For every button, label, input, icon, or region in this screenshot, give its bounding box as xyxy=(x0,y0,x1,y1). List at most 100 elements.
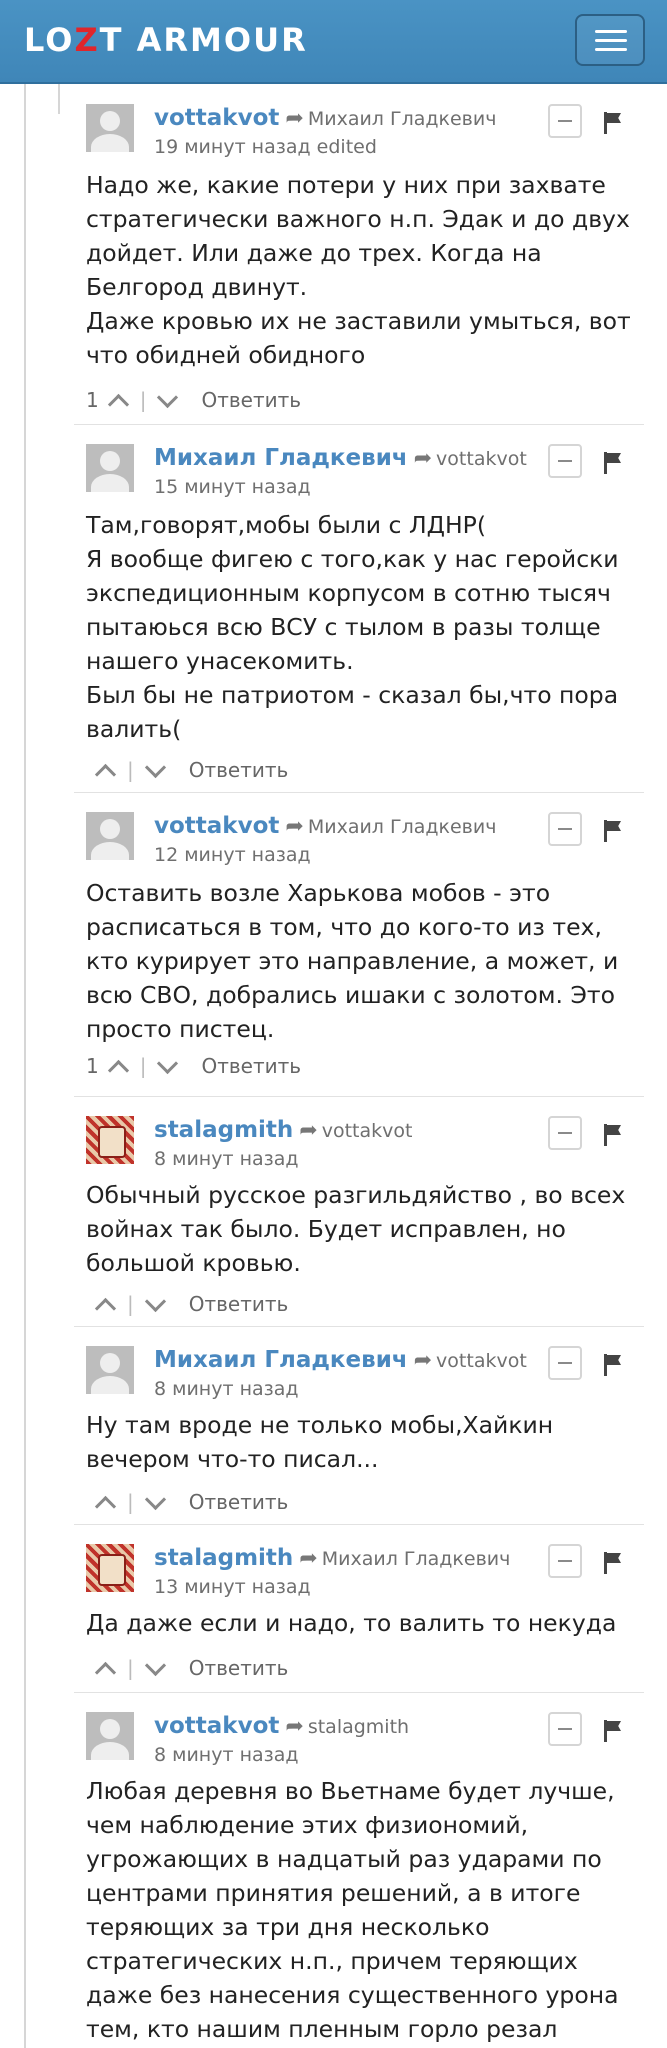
comment-divider xyxy=(74,424,644,425)
logo-text-end: T ARMOUR xyxy=(99,21,308,59)
comment-text: Любая деревня во Вьетнаме будет лучше, ч… xyxy=(86,1774,646,2046)
flag-icon[interactable] xyxy=(602,110,624,136)
comment-time[interactable]: 15 минут назад xyxy=(154,476,311,498)
avatar[interactable] xyxy=(86,104,134,152)
collapse-button[interactable] xyxy=(548,104,582,138)
downvote-icon[interactable] xyxy=(144,1488,166,1511)
comment-time[interactable]: 13 минут назад xyxy=(154,1576,311,1598)
vote-divider: | xyxy=(139,1054,147,1078)
downvote-icon[interactable] xyxy=(157,386,179,409)
flag-icon[interactable] xyxy=(602,1718,624,1744)
reply-button[interactable]: Ответить xyxy=(201,384,301,416)
reply-button[interactable]: Ответить xyxy=(189,1288,289,1320)
logo-text-start: LO xyxy=(24,21,75,59)
comment-time[interactable]: 12 минут назад xyxy=(154,844,311,866)
reply-to-name[interactable]: vottakvot xyxy=(322,1120,413,1142)
avatar[interactable] xyxy=(86,444,134,492)
reply-to-name[interactable]: Михаил Гладкевич xyxy=(322,1548,511,1570)
comment-header: Михаил Гладкевич ➦ vottakvot xyxy=(154,1345,527,1376)
downvote-icon[interactable] xyxy=(144,756,166,779)
downvote-icon[interactable] xyxy=(144,1654,166,1677)
comment-paragraph: Да даже если и надо, то валить то некуда xyxy=(86,1609,617,1637)
site-header: LOZT ARMOUR xyxy=(0,0,667,84)
collapse-button[interactable] xyxy=(548,812,582,846)
comment-text: Там,говорят,мобы были с ЛДНР( Я вообще ф… xyxy=(86,508,646,746)
reply-button[interactable]: Ответить xyxy=(189,1486,289,1518)
reply-to-name[interactable]: vottakvot xyxy=(436,1350,527,1372)
upvote-icon[interactable] xyxy=(94,1495,117,1518)
comment: vottakvot ➦ Михаил Гладкевич 19 минут наза… xyxy=(74,86,644,426)
avatar[interactable] xyxy=(86,1712,134,1760)
downvote-icon[interactable] xyxy=(144,1290,166,1313)
comment-time[interactable]: 8 минут назад xyxy=(154,1148,299,1170)
comment-actions: | Ответить xyxy=(86,1486,288,1518)
reply-button[interactable]: Ответить xyxy=(189,1652,289,1684)
author-name[interactable]: vottakvot xyxy=(154,105,279,131)
collapse-button[interactable] xyxy=(548,1346,582,1380)
comment-time[interactable]: 19 минут назад edited xyxy=(154,136,377,158)
collapse-button[interactable] xyxy=(548,1712,582,1746)
comment-text: Надо же, какие потери у них при захвате … xyxy=(86,168,646,372)
comment-time[interactable]: 8 минут назад xyxy=(154,1378,299,1400)
vote-divider: | xyxy=(127,1490,134,1514)
flag-icon[interactable] xyxy=(602,1550,624,1576)
comment-divider xyxy=(74,1692,644,1693)
author-name[interactable]: stalagmith xyxy=(154,1117,293,1143)
comment-divider xyxy=(74,1524,644,1525)
comment-header: vottakvot ➦ stalagmith xyxy=(154,1711,409,1742)
downvote-icon[interactable] xyxy=(157,1052,179,1075)
comment-header: stalagmith ➦ vottakvot xyxy=(154,1115,412,1146)
reply-arrow-icon: ➦ xyxy=(299,1546,318,1571)
minus-icon xyxy=(558,1132,572,1134)
reply-to-name[interactable]: Михаил Гладкевич xyxy=(308,108,497,130)
reply-button[interactable]: Ответить xyxy=(189,754,289,786)
comment-actions: 1 | Ответить xyxy=(86,384,301,416)
vote-divider: | xyxy=(127,1656,134,1680)
author-name[interactable]: Михаил Гладкевич xyxy=(154,1347,408,1373)
flag-icon[interactable] xyxy=(602,450,624,476)
reply-arrow-icon: ➦ xyxy=(413,446,433,471)
reply-to-name[interactable]: stalagmith xyxy=(308,1716,409,1738)
author-name[interactable]: stalagmith xyxy=(154,1545,293,1571)
upvote-icon[interactable] xyxy=(94,1297,117,1320)
site-logo[interactable]: LOZT ARMOUR xyxy=(24,20,308,60)
upvote-icon[interactable] xyxy=(94,1661,117,1684)
author-name[interactable]: Михаил Гладкевич xyxy=(154,445,408,471)
collapse-button[interactable] xyxy=(548,444,582,478)
comment-paragraph: Оставить возле Харькова мобов - это расп… xyxy=(86,879,626,1043)
author-name[interactable]: vottakvot xyxy=(154,1713,279,1739)
comment-paragraph: Был бы не патриотом - сказал бы,что пора… xyxy=(86,681,626,743)
reply-to-name[interactable]: Михаил Гладкевич xyxy=(308,816,497,838)
reply-button[interactable]: Ответить xyxy=(201,1050,301,1082)
flag-icon[interactable] xyxy=(602,818,624,844)
comment-actions: | Ответить xyxy=(86,754,288,786)
upvote-icon[interactable] xyxy=(107,1059,129,1082)
upvote-icon[interactable] xyxy=(94,763,117,786)
avatar[interactable] xyxy=(86,1116,134,1164)
collapse-button[interactable] xyxy=(548,1116,582,1150)
minus-icon xyxy=(558,1560,572,1562)
reply-to-name[interactable]: vottakvot xyxy=(436,448,527,470)
comment: Михаил Гладкевич ➦ vottakvot 15 минут наза… xyxy=(74,426,644,790)
comment-header: Михаил Гладкевич ➦ vottakvot xyxy=(154,443,527,474)
comment-paragraph: Любая деревня во Вьетнаме будет лучше, ч… xyxy=(86,1777,626,2043)
reply-arrow-icon: ➦ xyxy=(413,1348,433,1373)
comment: stalagmith ➦ vottakvot 8 минут назад Обычн… xyxy=(74,1098,644,1326)
flag-icon[interactable] xyxy=(602,1352,624,1378)
upvote-icon[interactable] xyxy=(107,393,129,416)
comment-time[interactable]: 8 минут назад xyxy=(154,1744,299,1766)
comment-paragraph: Даже кровью их не заставили умыться, вот… xyxy=(86,307,639,369)
avatar[interactable] xyxy=(86,812,134,860)
vote-divider: | xyxy=(139,388,147,412)
collapse-button[interactable] xyxy=(548,1544,582,1578)
avatar[interactable] xyxy=(86,1544,134,1592)
minus-icon xyxy=(558,460,572,462)
menu-button[interactable] xyxy=(575,14,645,66)
avatar[interactable] xyxy=(86,1346,134,1394)
author-name[interactable]: vottakvot xyxy=(154,813,279,839)
flag-icon[interactable] xyxy=(602,1122,624,1148)
comment-divider xyxy=(74,792,644,793)
comment-header: stalagmith ➦ Михаил Гладкевич xyxy=(154,1543,510,1574)
comment-paragraph: Надо же, какие потери у них при захвате … xyxy=(86,171,638,301)
thread-line-nested xyxy=(58,84,60,114)
